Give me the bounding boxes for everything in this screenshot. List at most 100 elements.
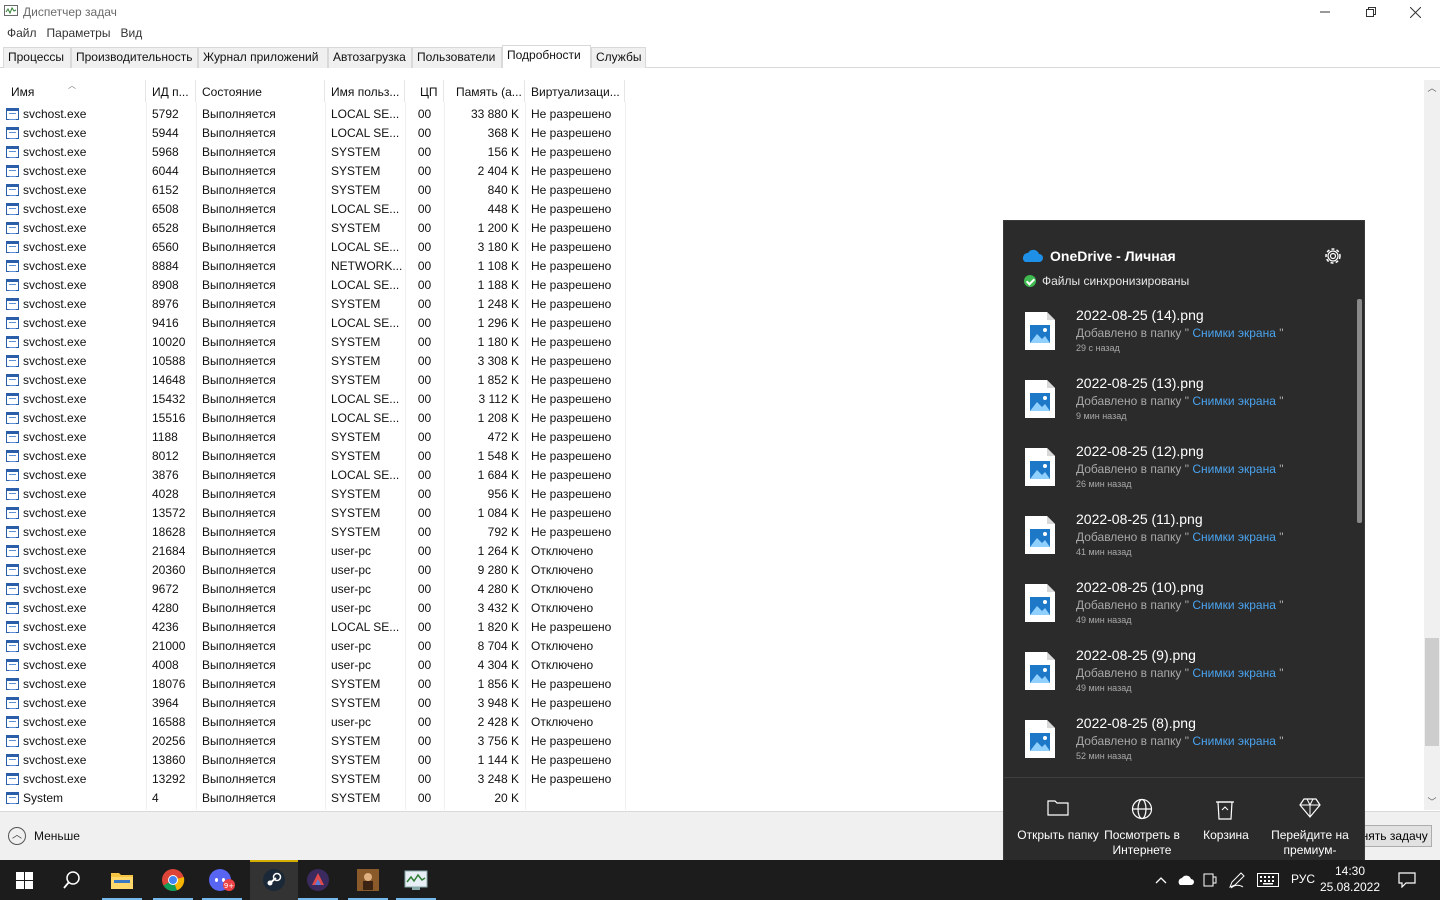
table-row[interactable]: svchost.exe 4236 Выполняется LOCAL SE... 00 1… <box>0 618 625 637</box>
table-row[interactable]: svchost.exe 13292 Выполняется SYSTEM 00 3 248… <box>0 770 625 789</box>
column-cpu[interactable]: ЦП <box>405 80 444 102</box>
scroll-up-icon[interactable]: ︿ <box>1424 80 1440 96</box>
table-row[interactable]: svchost.exe 9672 Выполняется user-pc 00 4 280… <box>0 580 625 599</box>
tray-keyboard[interactable] <box>1254 860 1282 900</box>
folder-link[interactable]: Снимки экрана <box>1189 666 1279 680</box>
tab-startup[interactable]: Автозагрузка <box>328 47 412 68</box>
table-row[interactable]: svchost.exe 8884 Выполняется NETWORK... 00 1 … <box>0 257 625 276</box>
search-button[interactable] <box>48 860 96 900</box>
table-row[interactable]: svchost.exe 15432 Выполняется LOCAL SE... 00… <box>0 390 625 409</box>
menu-file[interactable]: Файл <box>0 24 37 42</box>
tab-processes[interactable]: Процессы <box>3 47 71 68</box>
table-row[interactable]: svchost.exe 13860 Выполняется SYSTEM 00 1 144… <box>0 751 625 770</box>
table-row[interactable]: svchost.exe 9416 Выполняется LOCAL SE... 00 1… <box>0 314 625 333</box>
table-row[interactable]: svchost.exe 8908 Выполняется LOCAL SE... 00 1… <box>0 276 625 295</box>
column-user[interactable]: Имя польз... <box>325 80 405 102</box>
table-row[interactable]: System 4 Выполняется SYSTEM 00 20 K <box>0 789 625 808</box>
table-row[interactable]: svchost.exe 20360 Выполняется user-pc 00 9 28… <box>0 561 625 580</box>
table-row[interactable]: svchost.exe 3964 Выполняется SYSTEM 00 3 948 … <box>0 694 625 713</box>
table-row[interactable]: svchost.exe 4008 Выполняется user-pc 00 4 304… <box>0 656 625 675</box>
tab-services[interactable]: Службы <box>591 47 646 68</box>
column-name[interactable]: Имя <box>5 80 146 102</box>
table-row[interactable]: svchost.exe 1188 Выполняется SYSTEM 00 472 K Н… <box>0 428 625 447</box>
table-row[interactable]: svchost.exe 8012 Выполняется SYSTEM 00 1 548 … <box>0 447 625 466</box>
column-virtualization[interactable]: Виртуализаци... <box>525 80 625 102</box>
folder-link[interactable]: Снимки экрана <box>1189 394 1279 408</box>
table-row[interactable]: svchost.exe 18628 Выполняется SYSTEM 00 792 K… <box>0 523 625 542</box>
table-row[interactable]: svchost.exe 6152 Выполняется SYSTEM 00 840 K Н… <box>0 181 625 200</box>
close-button[interactable] <box>1392 0 1438 24</box>
column-pid[interactable]: ИД п... <box>146 80 196 102</box>
folder-link[interactable]: Снимки экрана <box>1189 530 1279 544</box>
maximize-button[interactable] <box>1348 0 1394 24</box>
table-row[interactable]: svchost.exe 4280 Выполняется user-pc 00 3 432… <box>0 599 625 618</box>
recent-file-item[interactable]: 2022-08-25 (11).png Добавлено в папку " С… <box>1004 505 1354 573</box>
tab-details[interactable]: Подробности <box>502 45 591 68</box>
tab-app-history[interactable]: Журнал приложений <box>198 47 328 68</box>
minimize-button[interactable] <box>1302 0 1348 24</box>
tab-users[interactable]: Пользователи <box>412 47 502 68</box>
tray-pen[interactable] <box>1225 860 1249 900</box>
taskbar-chrome[interactable] <box>149 860 197 900</box>
table-row[interactable]: svchost.exe 6528 Выполняется SYSTEM 00 1 200 … <box>0 219 625 238</box>
taskbar-game[interactable] <box>344 860 392 900</box>
recent-file-item[interactable]: 2022-08-25 (13).png Добавлено в папку " С… <box>1004 369 1354 437</box>
tray-onedrive[interactable] <box>1174 860 1196 900</box>
table-row[interactable]: svchost.exe 5968 Выполняется SYSTEM 00 156 K Н… <box>0 143 625 162</box>
view-online-button[interactable]: Посмотреть в Интернете <box>1097 778 1187 862</box>
table-row[interactable]: svchost.exe 6560 Выполняется LOCAL SE... 00 3… <box>0 238 625 257</box>
menu-options[interactable]: Параметры <box>40 24 111 42</box>
table-row[interactable]: svchost.exe 10588 Выполняется SYSTEM 00 3 308… <box>0 352 625 371</box>
collapse-icon[interactable]: ︿ <box>8 827 26 845</box>
table-row[interactable]: svchost.exe 3876 Выполняется LOCAL SE... 00 1… <box>0 466 625 485</box>
table-row[interactable]: svchost.exe 14648 Выполняется SYSTEM 00 1 852… <box>0 371 625 390</box>
table-row[interactable]: svchost.exe 15516 Выполняется LOCAL SE... 00… <box>0 409 625 428</box>
table-row[interactable]: svchost.exe 8976 Выполняется SYSTEM 00 1 248 … <box>0 295 625 314</box>
table-scrollbar[interactable]: ︿ ﹀ <box>1424 80 1440 810</box>
table-row[interactable]: svchost.exe 13572 Выполняется SYSTEM 00 1 084… <box>0 504 625 523</box>
table-row[interactable]: svchost.exe 20256 Выполняется SYSTEM 00 3 756… <box>0 732 625 751</box>
table-row[interactable]: svchost.exe 21000 Выполняется user-pc 00 8 70… <box>0 637 625 656</box>
table-row[interactable]: svchost.exe 18076 Выполняется SYSTEM 00 1 856… <box>0 675 625 694</box>
folder-link[interactable]: Снимки экрана <box>1189 462 1279 476</box>
recent-file-item[interactable]: 2022-08-25 (9).png Добавлено в папку " Сн… <box>1004 641 1354 709</box>
input-language[interactable]: РУС <box>1291 872 1315 886</box>
table-row[interactable]: svchost.exe 4028 Выполняется SYSTEM 00 956 K Н… <box>0 485 625 504</box>
column-status[interactable]: Состояние <box>196 80 325 102</box>
menu-view[interactable]: Вид <box>113 24 142 42</box>
fewer-details-link[interactable]: Меньше <box>34 829 80 843</box>
table-row[interactable]: svchost.exe 5944 Выполняется LOCAL SE... 00 3… <box>0 124 625 143</box>
tab-performance[interactable]: Производительность <box>71 47 198 68</box>
taskbar-discord[interactable]: 9+ <box>198 860 246 900</box>
taskbar-app[interactable] <box>294 860 342 900</box>
recent-file-item[interactable]: 2022-08-25 (8).png Добавлено в папку " Сн… <box>1004 709 1354 777</box>
table-row[interactable]: svchost.exe 16588 Выполняется user-pc 00 2 42… <box>0 713 625 732</box>
taskbar-file-explorer[interactable] <box>98 860 146 900</box>
taskbar-task-manager[interactable] <box>392 860 440 900</box>
action-center-button[interactable] <box>1392 860 1422 900</box>
clock[interactable]: 14:30 25.08.2022 <box>1316 863 1384 895</box>
folder-link[interactable]: Снимки экрана <box>1189 598 1279 612</box>
recent-file-item[interactable]: 2022-08-25 (12).png Добавлено в папку " С… <box>1004 437 1354 505</box>
table-row[interactable]: svchost.exe 6044 Выполняется SYSTEM 00 2 404 … <box>0 162 625 181</box>
open-folder-button[interactable]: Открыть папку <box>1013 778 1103 862</box>
go-premium-button[interactable]: Перейдите на премиум- <box>1265 778 1355 862</box>
recent-file-item[interactable]: 2022-08-25 (10).png Добавлено в папку " С… <box>1004 573 1354 641</box>
scrollbar-thumb[interactable] <box>1425 638 1439 746</box>
table-row[interactable]: svchost.exe 10020 Выполняется SYSTEM 00 1 180… <box>0 333 625 352</box>
taskbar-steam[interactable] <box>250 860 298 900</box>
recycle-bin-button[interactable]: Корзина <box>1181 778 1271 862</box>
table-row[interactable]: svchost.exe 6508 Выполняется LOCAL SE... 00 4… <box>0 200 625 219</box>
flyout-scrollbar-thumb[interactable] <box>1357 299 1362 523</box>
column-memory[interactable]: Память (а... <box>444 80 525 102</box>
show-hidden-icons-button[interactable] <box>1151 860 1171 900</box>
folder-link[interactable]: Снимки экрана <box>1189 734 1279 748</box>
start-button[interactable] <box>0 860 48 900</box>
table-row[interactable]: svchost.exe 5792 Выполняется LOCAL SE... 00 3… <box>0 105 625 124</box>
recent-file-item[interactable]: 2022-08-25 (14).png Добавлено в папку " С… <box>1004 301 1354 369</box>
folder-link[interactable]: Снимки экрана <box>1189 326 1279 340</box>
tray-device[interactable] <box>1199 860 1221 900</box>
table-row[interactable]: svchost.exe 21684 Выполняется user-pc 00 1 26… <box>0 542 625 561</box>
settings-gear-icon[interactable] <box>1322 245 1344 267</box>
scroll-down-icon[interactable]: ﹀ <box>1424 794 1440 810</box>
